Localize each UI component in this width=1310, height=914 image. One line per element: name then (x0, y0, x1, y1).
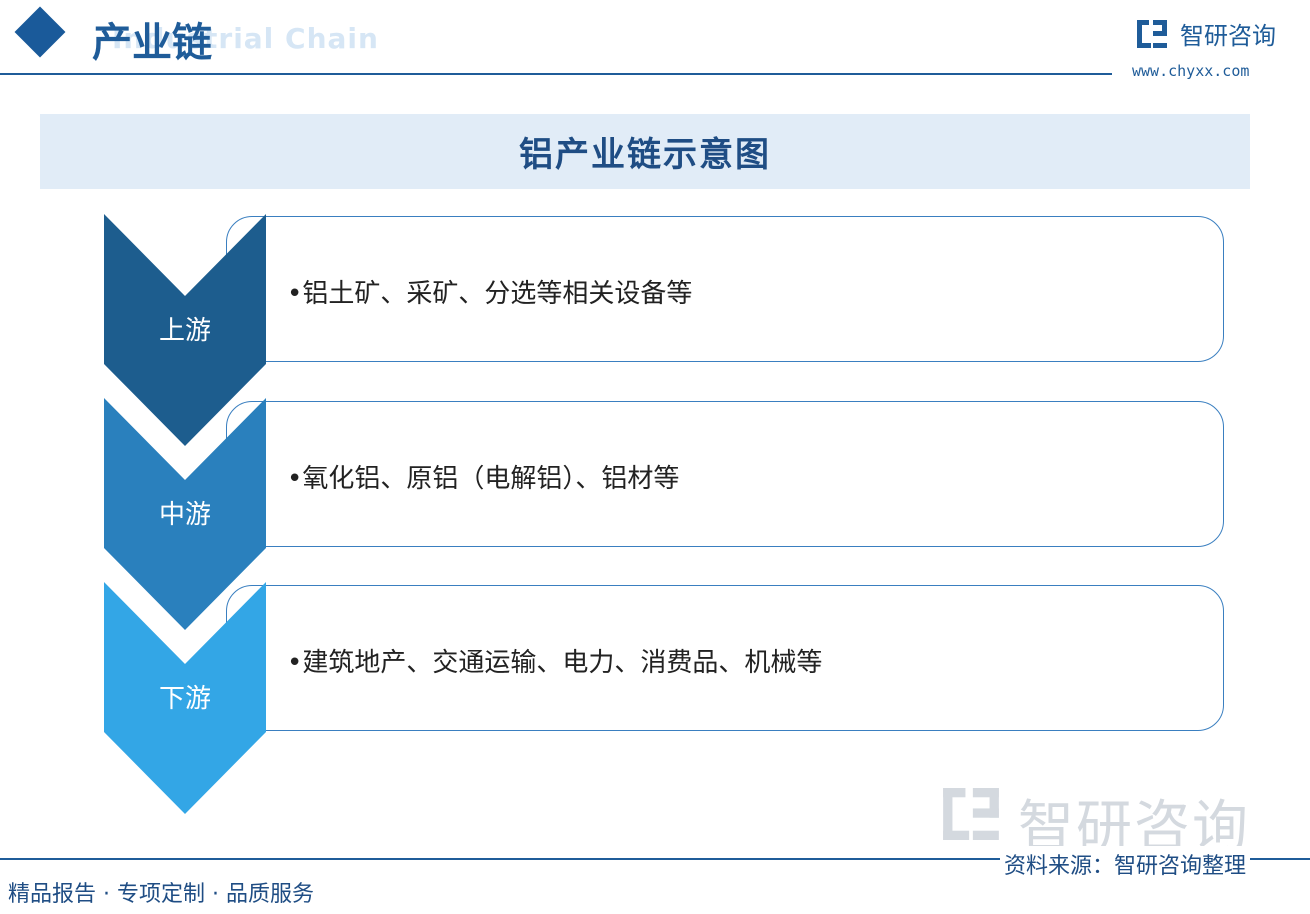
page-title: 产业链 (92, 19, 212, 66)
watermark-logo-icon (943, 788, 999, 840)
stage-label-upstream: 上游 (158, 316, 211, 346)
stage-content-midstream: •氧化铝、原铝（电解铝）、铝材等 (287, 464, 680, 494)
brand-url: www.chyxx.com (1132, 62, 1250, 80)
stage-content-upstream: •铝土矿、采矿、分选等相关设备等 (287, 279, 693, 309)
header-divider (0, 73, 1112, 75)
stage-label-midstream: 中游 (158, 500, 211, 530)
brand-name: 智研咨询 (1180, 22, 1276, 50)
stage-box-downstream: •建筑地产、交通运输、电力、消费品、机械等 (226, 585, 1224, 731)
stage-box-midstream: •氧化铝、原铝（电解铝）、铝材等 (226, 401, 1224, 547)
stage-label-downstream: 下游 (158, 684, 211, 714)
diagram-title-banner: 铝产业链示意图 (40, 114, 1250, 189)
footer-tagline: 精品报告 · 专项定制 · 品质服务 (8, 882, 314, 907)
stage-box-upstream: •铝土矿、采矿、分选等相关设备等 (226, 216, 1224, 362)
diagram-title: 铝产业链示意图 (519, 135, 771, 175)
footer-source: 资料来源：智研咨询整理 (1000, 846, 1251, 882)
header-diamond-icon (14, 6, 66, 58)
stage-content-downstream: •建筑地产、交通运输、电力、消费品、机械等 (287, 648, 823, 678)
brand-logo-icon (1137, 20, 1167, 48)
